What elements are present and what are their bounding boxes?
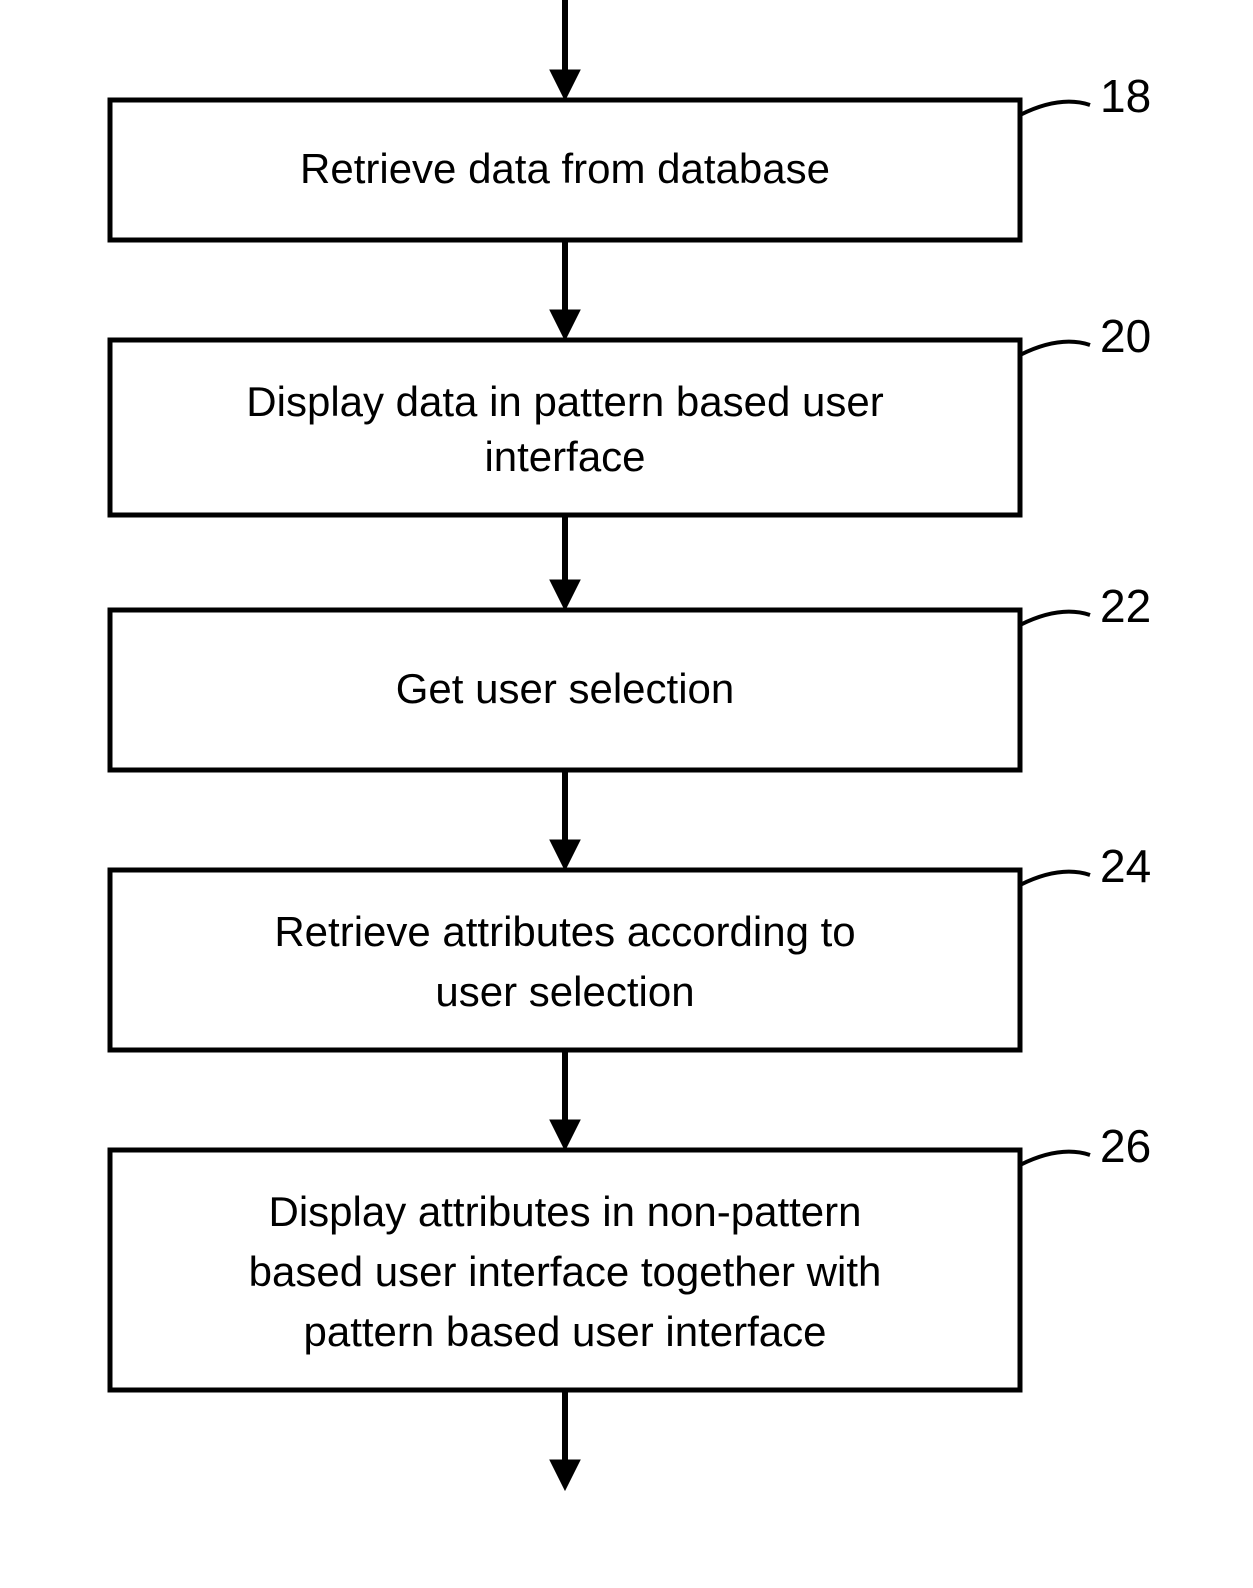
step-18-text: Retrieve data from database xyxy=(300,145,830,192)
leader-20: 20 xyxy=(1020,310,1151,362)
leader-26: 26 xyxy=(1020,1120,1151,1172)
leader-24: 24 xyxy=(1020,840,1151,892)
step-24-text-line1: Retrieve attributes according to xyxy=(274,908,855,955)
step-26-text-line1: Display attributes in non-pattern xyxy=(269,1188,862,1235)
label-18: 18 xyxy=(1100,70,1151,122)
label-26: 26 xyxy=(1100,1120,1151,1172)
step-20-text-line2: interface xyxy=(484,433,645,480)
step-24-text-line2: user selection xyxy=(435,968,694,1015)
step-26: Display attributes in non-pattern based … xyxy=(110,1150,1020,1390)
flowchart-svg: Retrieve data from database 18 Display d… xyxy=(0,0,1253,1588)
step-22: Get user selection xyxy=(110,610,1020,770)
arrow-out-26 xyxy=(550,1390,580,1490)
arrow-18-20 xyxy=(550,240,580,340)
arrow-24-26 xyxy=(550,1050,580,1150)
step-20: Display data in pattern based user inter… xyxy=(110,340,1020,515)
arrow-22-24 xyxy=(550,770,580,870)
step-24: Retrieve attributes according to user se… xyxy=(110,870,1020,1050)
step-22-text: Get user selection xyxy=(396,665,735,712)
label-24: 24 xyxy=(1100,840,1151,892)
step-18: Retrieve data from database xyxy=(110,100,1020,240)
step-26-text-line3: pattern based user interface xyxy=(304,1308,827,1355)
arrow-into-18 xyxy=(550,0,580,100)
label-22: 22 xyxy=(1100,580,1151,632)
step-20-text-line1: Display data in pattern based user xyxy=(246,378,883,425)
label-20: 20 xyxy=(1100,310,1151,362)
leader-22: 22 xyxy=(1020,580,1151,632)
leader-18: 18 xyxy=(1020,70,1151,122)
arrow-20-22 xyxy=(550,515,580,610)
step-26-text-line2: based user interface together with xyxy=(249,1248,882,1295)
